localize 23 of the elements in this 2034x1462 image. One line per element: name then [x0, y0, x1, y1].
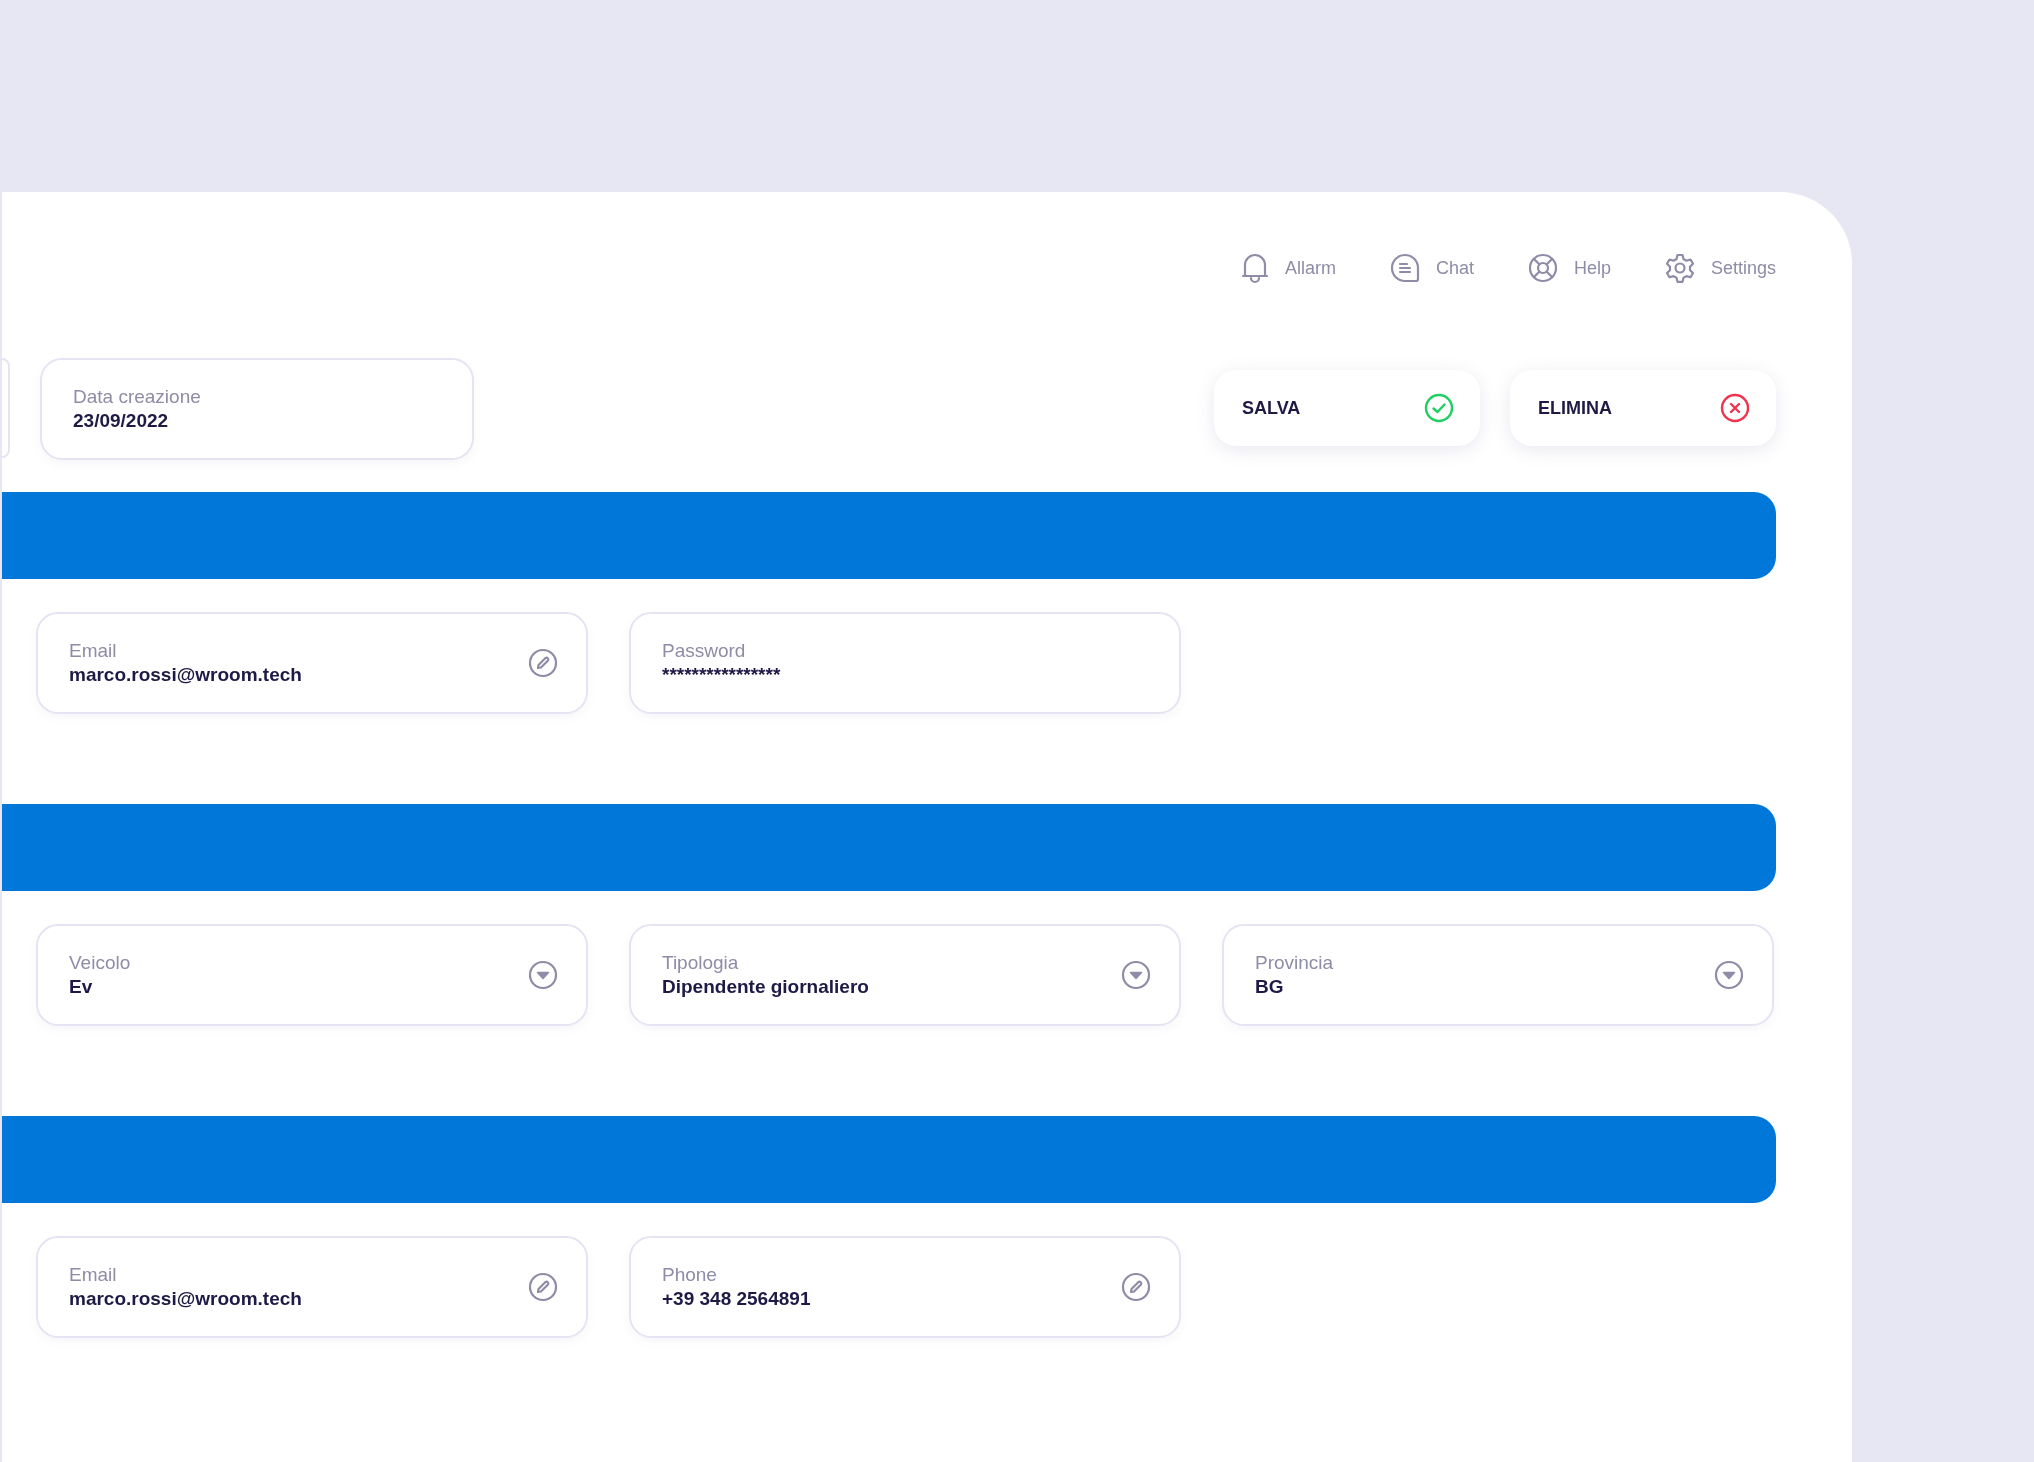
- input-field[interactable]: Email marco.rossi@wroom.tech: [36, 1236, 588, 1338]
- edit-icon[interactable]: [528, 1272, 558, 1302]
- chat-icon: [1389, 253, 1420, 283]
- delete-button[interactable]: ELIMINA: [1510, 370, 1776, 446]
- input-field[interactable]: Email marco.rossi@wroom.tech: [36, 612, 588, 714]
- select-field[interactable]: Veicolo Ev: [36, 924, 588, 1026]
- lifebuoy-icon: [1527, 253, 1558, 283]
- edit-icon[interactable]: [1121, 1272, 1151, 1302]
- field-label: Data creazione: [73, 386, 201, 408]
- dropdown-icon[interactable]: [1714, 960, 1744, 990]
- edit-icon[interactable]: [528, 648, 558, 678]
- check-circle-icon: [1424, 393, 1454, 423]
- dropdown-icon[interactable]: [1121, 960, 1151, 990]
- input-field[interactable]: Phone +39 348 2564891: [629, 1236, 1181, 1338]
- select-field[interactable]: Provincia BG: [1222, 924, 1774, 1026]
- close-circle-icon: [1720, 393, 1750, 423]
- dropdown-icon[interactable]: [528, 960, 558, 990]
- bell-icon: [1240, 252, 1269, 284]
- save-button[interactable]: SALVA: [1214, 370, 1480, 446]
- select-field[interactable]: Tipologia Dipendente giornaliero: [629, 924, 1181, 1026]
- input-field[interactable]: Password ****************: [629, 612, 1181, 714]
- field-value: 23/09/2022: [73, 410, 170, 432]
- settings-icon: [1664, 253, 1695, 283]
